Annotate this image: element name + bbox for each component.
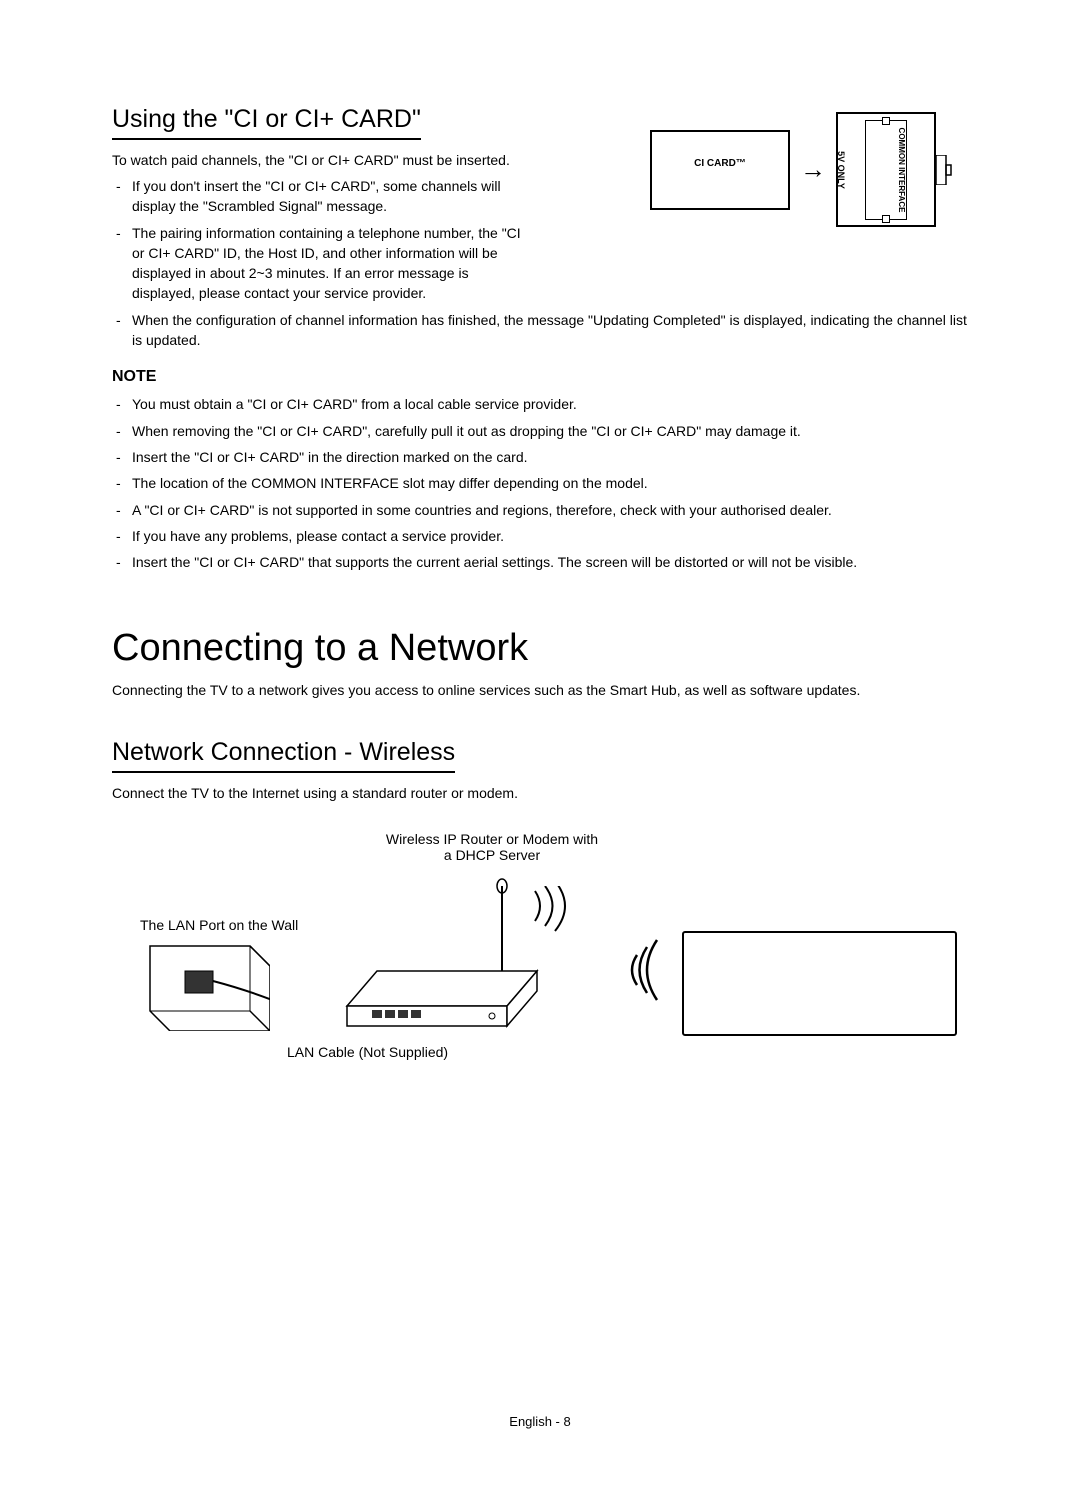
router-label: Wireless IP Router or Modem with a DHCP … [357,831,627,863]
page-heading-network: Connecting to a Network [112,627,970,670]
list-item: You must obtain a "CI or CI+ CARD" from … [112,394,970,414]
list-item: Insert the "CI or CI+ CARD" that support… [112,552,970,572]
network-diagram: Wireless IP Router or Modem with a DHCP … [112,831,970,1091]
wifi-in-icon [612,935,672,1015]
list-item: If you don't insert the "CI or CI+ CARD"… [112,176,527,217]
ci-card-diagram: CI CARD™ → 5V ONLY COMMON INTERFACE [650,112,970,227]
ci-bullets-full: When the configuration of channel inform… [112,310,970,351]
ci-slot-illustration: 5V ONLY COMMON INTERFACE [836,112,936,227]
section-title-wireless: Network Connection - Wireless [112,738,455,773]
list-item: The location of the COMMON INTERFACE slo… [112,473,970,493]
page-footer: English - 8 [0,1414,1080,1429]
wifi-out-icon [520,886,590,956]
slot-5v-label: 5V ONLY [836,151,846,189]
network-intro: Connecting the TV to a network gives you… [112,682,970,698]
section-ci-card: Using the "CI or CI+ CARD" CI CARD™ → 5V… [112,105,970,572]
wall-port-icon [140,941,270,1031]
router-label-line1: Wireless IP Router or Modem with [386,831,598,847]
slot-ci-label: COMMON INTERFACE [897,127,906,212]
lan-cable-label: LAN Cable (Not Supplied) [287,1044,448,1060]
ci-card-label: CI CARD™ [694,158,746,169]
wireless-intro: Connect the TV to the Internet using a s… [112,785,970,801]
note-list: You must obtain a "CI or CI+ CARD" from … [112,394,970,572]
lan-wall-label: The LAN Port on the Wall [140,917,298,933]
tv-icon [682,931,957,1036]
list-item: When removing the "CI or CI+ CARD", care… [112,421,970,441]
router-label-line2: a DHCP Server [444,847,540,863]
list-item: Insert the "CI or CI+ CARD" in the direc… [112,447,970,467]
section-title-ci: Using the "CI or CI+ CARD" [112,105,421,140]
list-item: A "CI or CI+ CARD" is not supported in s… [112,500,970,520]
list-item: If you have any problems, please contact… [112,526,970,546]
slot-connector-icon [936,155,952,185]
note-heading: NOTE [112,368,970,386]
list-item: The pairing information containing a tel… [112,223,527,304]
ci-card-illustration: CI CARD™ [650,130,790,210]
arrow-right-icon: → [800,154,826,185]
list-item: When the configuration of channel inform… [112,310,970,351]
